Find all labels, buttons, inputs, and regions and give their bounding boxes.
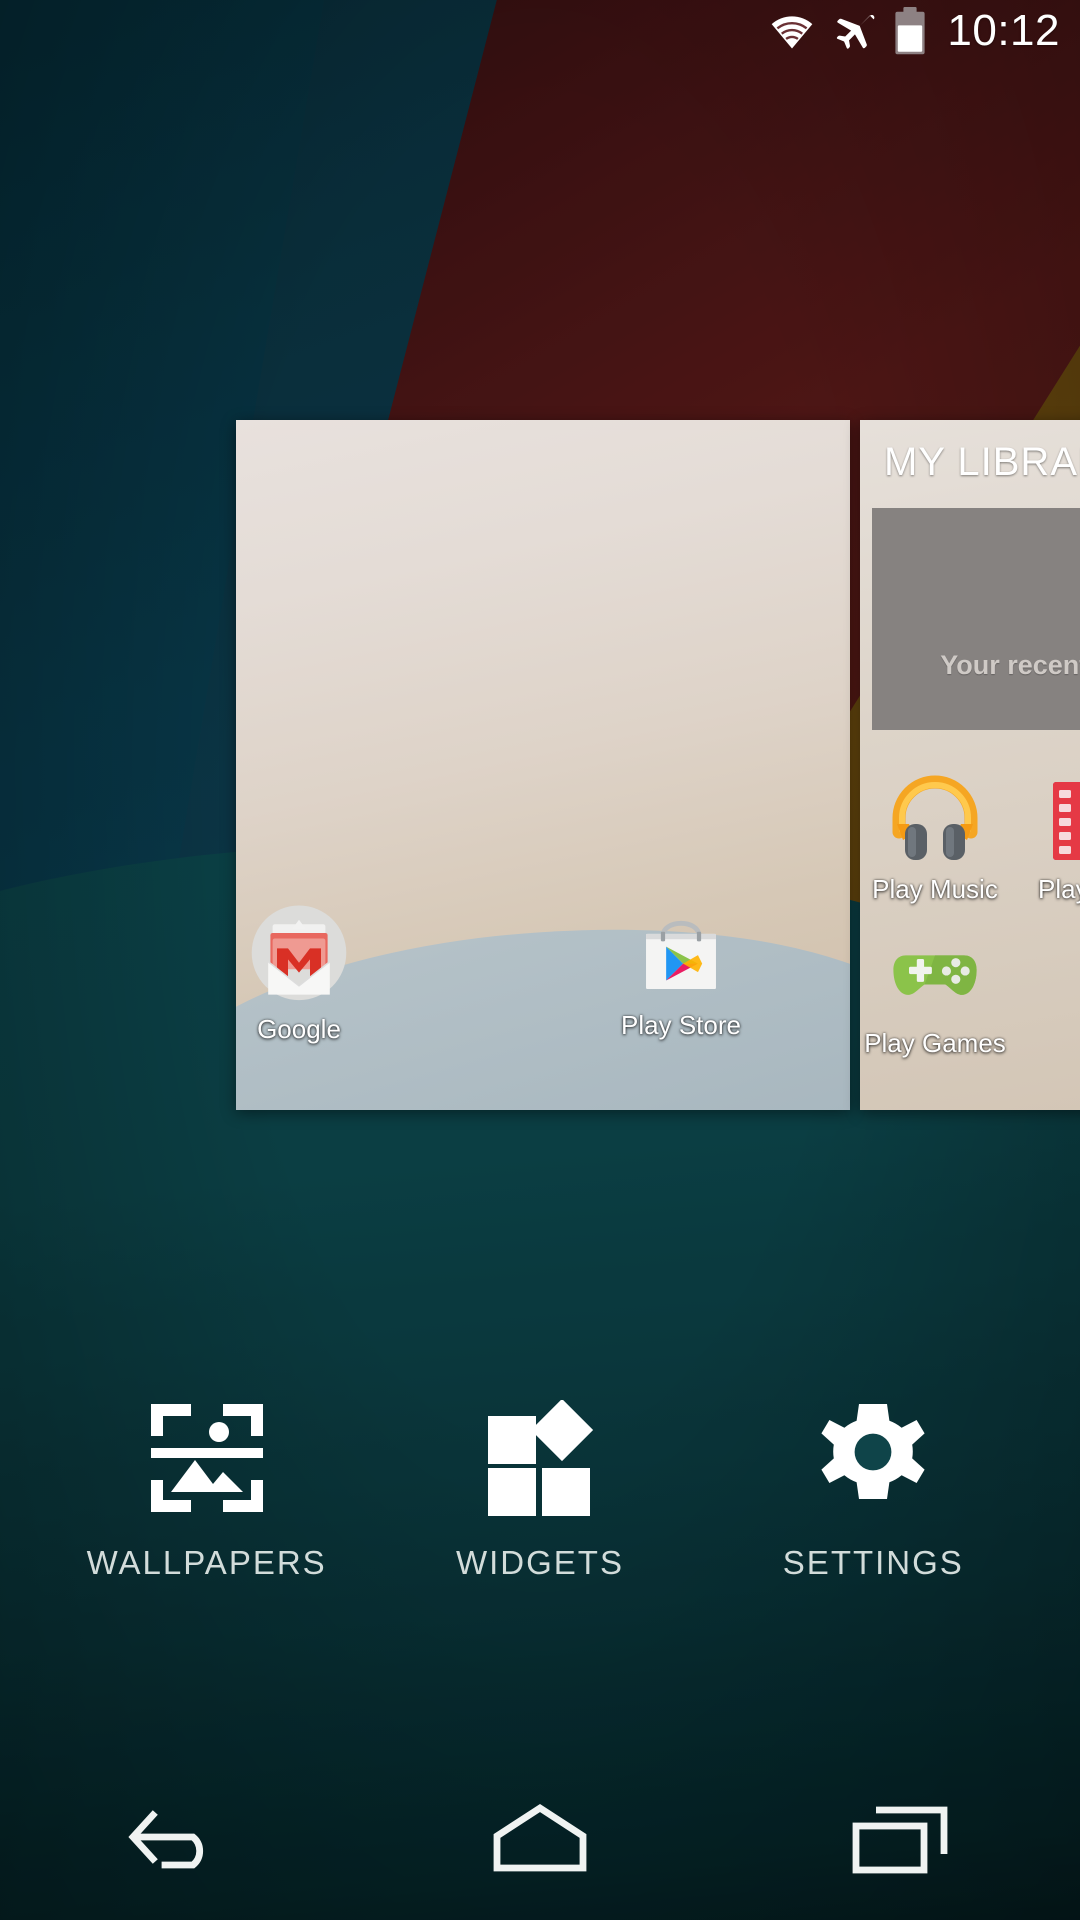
my-library-title: MY LIBRARY (884, 440, 1080, 484)
wallpaper-icon (147, 1400, 267, 1516)
app-label: Google (257, 1014, 341, 1044)
settings-button[interactable]: SETTINGS (723, 1400, 1023, 1579)
app-icon-play-games[interactable]: Play Games (860, 920, 1010, 1056)
recents-icon (852, 1806, 948, 1874)
app-label: Play Mo (1038, 874, 1080, 904)
home-page-preview-main[interactable]: Google Play Store (236, 420, 850, 1110)
app-label: Play Games (864, 1028, 1006, 1058)
home-page-preview-right[interactable]: MY LIBRARY Your recent Goo Play Music (860, 420, 1080, 1110)
home-icon (493, 1803, 587, 1872)
wallpapers-button[interactable]: WALLPAPERS (57, 1400, 357, 1579)
home-screen-preview-area: Google Play Store MY LIBRA Your recen Pl… (0, 420, 1080, 1120)
wifi-icon (772, 16, 813, 49)
my-library-widget-header[interactable]: MY LIBRARY (870, 442, 1080, 482)
widgets-label: WIDGETS (455, 1544, 624, 1581)
play-store-icon (646, 921, 716, 990)
airplane-mode-icon (837, 15, 875, 49)
nav-back-button[interactable] (70, 1780, 290, 1900)
app-icon-play-music[interactable]: Play Music (860, 770, 1010, 902)
status-bar-clock: 10:12 (947, 6, 1060, 55)
my-library-placeholder: Your recent Goo (872, 508, 1080, 730)
status-bar: 10:12 (0, 0, 1080, 62)
nav-home-button[interactable] (430, 1780, 650, 1900)
play-games-icon (893, 955, 977, 995)
widgets-icon (480, 1398, 600, 1516)
android-home-screen: 10:12 Google Play Store MY LIBRA Your re… (0, 0, 1080, 1920)
play-music-icon (892, 775, 978, 860)
home-edit-actions: WALLPAPERS WIDGETS SETTINGS (0, 1398, 1080, 1700)
gear-icon (813, 1400, 933, 1516)
back-arrow-icon (128, 1810, 204, 1869)
battery-icon (895, 7, 925, 55)
nav-recents-button[interactable] (790, 1780, 1010, 1900)
settings-label: SETTINGS (782, 1544, 964, 1581)
navigation-bar (0, 1760, 1080, 1920)
wallpapers-label: WALLPAPERS (86, 1544, 327, 1581)
play-movies-icon (1053, 782, 1080, 860)
app-icon-google-folder[interactable]: Google (236, 900, 374, 1042)
app-label: Play Store (621, 1010, 741, 1040)
app-label: Play Music (872, 874, 998, 904)
gmail-folder-icon (251, 905, 347, 1001)
widgets-button[interactable]: WIDGETS (390, 1398, 690, 1581)
app-icon-play-store[interactable]: Play Store (606, 900, 756, 1038)
my-library-placeholder-text: Your recent Goo (940, 649, 1080, 680)
app-icon-play-movies[interactable]: Play Mo (1010, 770, 1080, 902)
